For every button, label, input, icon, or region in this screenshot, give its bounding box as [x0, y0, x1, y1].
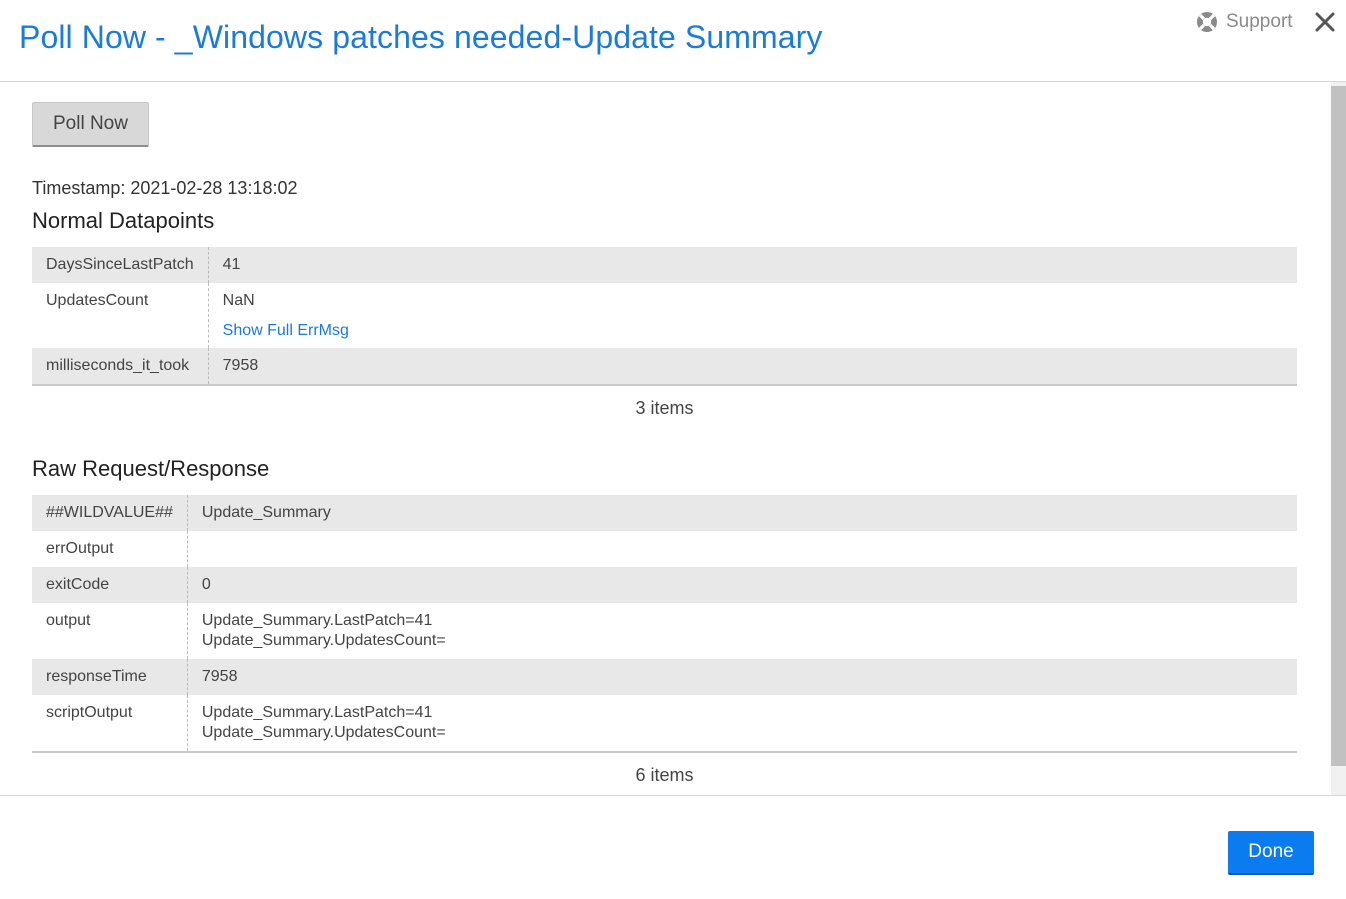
table-row: ##WILDVALUE## Update_Summary: [32, 495, 1297, 531]
poll-now-button[interactable]: Poll Now: [32, 102, 149, 147]
raw-value: [187, 531, 1297, 567]
dialog-title: Poll Now - _Windows patches needed-Updat…: [19, 19, 823, 55]
datapoint-key: UpdatesCount: [32, 283, 209, 348]
lifebuoy-icon: [1197, 12, 1217, 32]
raw-key: exitCode: [32, 567, 188, 603]
normal-datapoints-count: 3 items: [635, 398, 694, 418]
normal-datapoints-table: DaysSinceLastPatch 41 UpdatesCount NaN S…: [32, 247, 1297, 386]
raw-value-line: Update_Summary.LastPatch=41: [201, 704, 433, 721]
table-row: exitCode 0: [32, 567, 1297, 603]
table-row: output Update_Summary.LastPatch=41 Updat…: [32, 603, 1297, 659]
raw-value-line: Update_Summary.UpdatesCount=: [201, 724, 446, 741]
datapoint-key: milliseconds_it_took: [32, 348, 209, 386]
table-row: DaysSinceLastPatch 41: [32, 247, 1297, 283]
close-icon[interactable]: [1313, 10, 1337, 34]
raw-key: output: [32, 603, 188, 659]
normal-datapoints-title: Normal Datapoints: [32, 208, 215, 233]
raw-value-line: Update_Summary.LastPatch=41: [201, 612, 433, 629]
show-full-errmsg-link[interactable]: Show Full ErrMsg: [223, 321, 349, 341]
table-row: milliseconds_it_took 7958: [32, 348, 1297, 386]
datapoint-value: 7958: [208, 348, 1297, 386]
support-link[interactable]: Support: [1195, 10, 1293, 34]
timestamp: Timestamp: 2021-02-28 13:18:02: [32, 178, 298, 198]
raw-key: ##WILDVALUE##: [32, 495, 188, 531]
raw-key: responseTime: [32, 659, 188, 695]
datapoint-value: 41: [208, 247, 1297, 283]
dialog-header: Poll Now - _Windows patches needed-Updat…: [0, 0, 1346, 82]
raw-key: errOutput: [32, 531, 188, 567]
raw-value: 0: [187, 567, 1297, 603]
raw-key: scriptOutput: [32, 695, 188, 753]
support-label: Support: [1226, 11, 1293, 32]
raw-request-response-title: Raw Request/Response: [32, 456, 270, 481]
dialog-footer: Done: [0, 795, 1346, 899]
raw-request-response-count: 6 items: [635, 765, 694, 785]
table-row: responseTime 7958: [32, 659, 1297, 695]
datapoint-key: DaysSinceLastPatch: [32, 247, 209, 283]
raw-value-line: Update_Summary.UpdatesCount=: [201, 632, 446, 649]
raw-request-response-table: ##WILDVALUE## Update_Summary errOutput e…: [32, 495, 1297, 753]
done-button[interactable]: Done: [1228, 831, 1314, 875]
table-row: errOutput: [32, 531, 1297, 567]
table-row: UpdatesCount NaN Show Full ErrMsg: [32, 283, 1297, 348]
raw-value: Update_Summary: [187, 495, 1297, 531]
table-row: scriptOutput Update_Summary.LastPatch=41…: [32, 695, 1297, 753]
scrollbar-thumb[interactable]: [1331, 86, 1346, 766]
dialog-body[interactable]: Poll Now Timestamp: 2021-02-28 13:18:02 …: [0, 82, 1346, 795]
raw-value: 7958: [187, 659, 1297, 695]
datapoint-value: NaN: [222, 292, 255, 309]
